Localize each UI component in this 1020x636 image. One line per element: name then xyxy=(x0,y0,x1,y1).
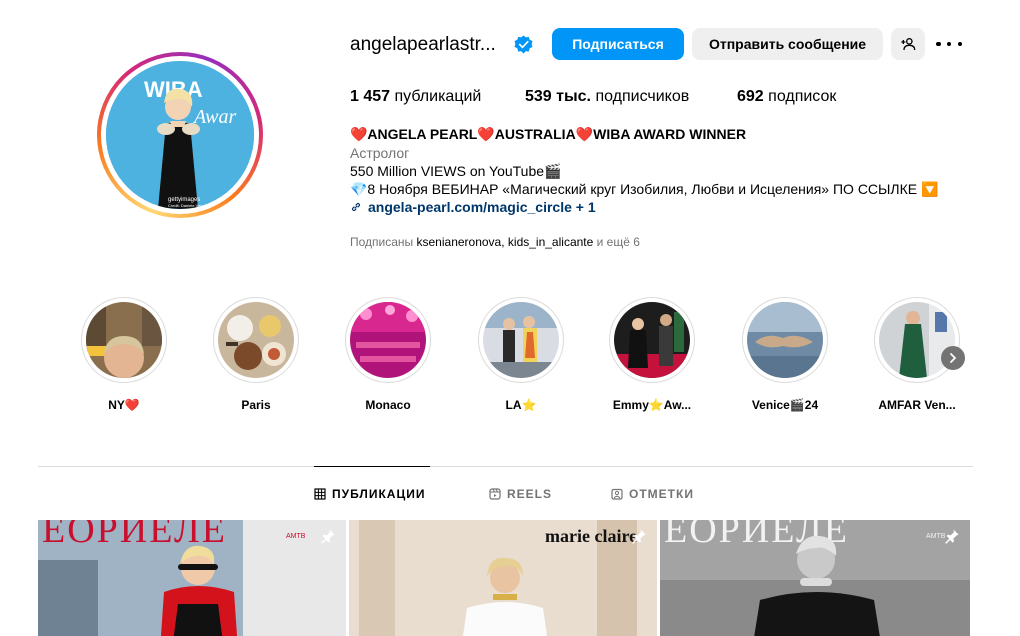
highlight-ring xyxy=(742,297,828,383)
followed-by-separator: , xyxy=(501,235,508,249)
add-user-icon xyxy=(901,38,916,51)
tabs-divider xyxy=(38,466,973,467)
highlight-cover xyxy=(747,302,823,378)
followed-by[interactable]: Подписаны ksenianeronova, kids_in_alican… xyxy=(350,235,640,249)
profile-username[interactable]: angelapearlastr... xyxy=(350,34,496,56)
highlight-ring xyxy=(345,297,431,383)
link-icon xyxy=(351,202,361,212)
highlight-item[interactable]: LA⭐️ xyxy=(476,297,566,412)
tab-reels-label: REELS xyxy=(507,487,553,501)
highlight-cover xyxy=(86,302,162,378)
bio-category: Астролог xyxy=(350,145,410,161)
more-dot-icon xyxy=(957,41,962,47)
avatar-awards-text: Awar xyxy=(192,106,236,128)
post-image: ЕОРИЕЛЕ АМТВ xyxy=(38,520,346,636)
followers-stat[interactable]: 539 тыс. подписчиков xyxy=(525,88,689,106)
post-tile[interactable]: ЕОРИЕЛЕ АМТВ xyxy=(660,520,970,636)
bio-link-text: angela-pearl.com/magic_circle + 1 xyxy=(368,199,596,215)
more-options-button[interactable] xyxy=(936,33,962,55)
active-tab-indicator xyxy=(314,466,430,467)
bio-full-name: ❤️ANGELA PEARL❤️AUSTRALIA❤️WIBA AWARD WI… xyxy=(350,126,747,142)
followed-by-account-1[interactable]: ksenianeronova xyxy=(417,235,502,249)
followers-label: подписчиков xyxy=(595,88,690,105)
post-image: marie claire xyxy=(349,520,657,636)
highlight-ring xyxy=(213,297,299,383)
bio-line-1: 550 Million VIEWS on YouTube🎬 xyxy=(350,163,562,179)
tab-posts-label: ПУБЛИКАЦИИ xyxy=(332,487,426,501)
highlight-item[interactable]: NY❤️ xyxy=(79,297,169,412)
tab-reels[interactable]: REELS xyxy=(489,487,552,501)
following-label: подписок xyxy=(768,88,837,105)
pinned-icon xyxy=(632,529,646,544)
tab-tagged[interactable]: ОТМЕТКИ xyxy=(611,487,694,501)
highlight-item[interactable]: Monaco xyxy=(343,297,433,412)
followed-by-suffix: и ещё 6 xyxy=(593,235,640,249)
bio-link[interactable]: angela-pearl.com/magic_circle + 1 xyxy=(350,199,596,215)
highlight-label: Emmy⭐️Aw... xyxy=(612,398,692,412)
post-badge: АМТВ xyxy=(926,533,946,540)
highlight-label: NY❤️ xyxy=(108,398,140,412)
more-dot-icon xyxy=(946,41,952,47)
posts-label: публикаций xyxy=(394,88,482,105)
post-image: ЕОРИЕЛЕ АМТВ xyxy=(660,520,970,636)
post-magazine-title: marie claire xyxy=(545,526,637,546)
highlight-label: Monaco xyxy=(365,398,411,412)
highlight-item[interactable]: Venice🎬24 xyxy=(740,297,830,412)
tagged-icon xyxy=(611,488,623,500)
highlight-ring xyxy=(609,297,695,383)
highlight-label: Venice🎬24 xyxy=(751,398,819,412)
followed-by-account-2[interactable]: kids_in_alicante xyxy=(508,235,593,249)
highlight-cover xyxy=(483,302,559,378)
highlight-cover xyxy=(218,302,294,378)
pinned-icon xyxy=(945,529,959,544)
post-tile[interactable]: marie claire xyxy=(349,520,657,636)
highlight-ring xyxy=(478,297,564,383)
highlight-cover xyxy=(350,302,426,378)
chevron-right-icon xyxy=(950,353,956,363)
highlight-item[interactable]: Emmy⭐️Aw... xyxy=(607,297,697,412)
send-message-button[interactable]: Отправить сообщение xyxy=(692,28,883,60)
highlight-cover xyxy=(879,302,955,378)
highlight-item[interactable]: Paris xyxy=(211,297,301,412)
pinned-icon xyxy=(321,529,335,544)
avatar-photo: WIBA Awar gettyimages Credit: Daniele Ve… xyxy=(106,61,254,209)
tab-posts[interactable]: ПУБЛИКАЦИИ xyxy=(314,487,425,501)
followers-count: 539 тыс. xyxy=(525,88,591,105)
followed-by-prefix: Подписаны xyxy=(350,235,417,249)
following-count: 692 xyxy=(737,88,764,105)
profile-avatar[interactable]: WIBA Awar gettyimages Credit: Daniele Ve… xyxy=(106,61,254,209)
profile-avatar-ring[interactable]: WIBA Awar gettyimages Credit: Daniele Ve… xyxy=(97,52,263,218)
post-badge: АМТВ xyxy=(286,533,306,540)
highlight-cover xyxy=(614,302,690,378)
follow-button[interactable]: Подписаться xyxy=(552,28,684,60)
grid-icon xyxy=(314,488,326,500)
tab-tagged-label: ОТМЕТКИ xyxy=(629,487,694,501)
reels-icon xyxy=(489,488,501,500)
posts-count-stat: 1 457 публикаций xyxy=(350,88,481,106)
post-tile[interactable]: ЕОРИЕЛЕ АМТВ xyxy=(38,520,346,636)
highlight-ring xyxy=(81,297,167,383)
highlight-label: AMFAR Ven... xyxy=(878,398,956,412)
highlight-label: Paris xyxy=(241,398,271,412)
suggest-accounts-button[interactable] xyxy=(891,28,925,60)
posts-count: 1 457 xyxy=(350,88,391,105)
following-stat[interactable]: 692 подписок xyxy=(737,88,836,106)
highlight-label: LA⭐️ xyxy=(505,398,537,412)
verified-badge-icon xyxy=(514,35,533,54)
bio-line-2: 💎8 Ноября ВЕБИНАР «Магический круг Изоби… xyxy=(350,181,939,197)
highlights-next-button[interactable] xyxy=(941,346,965,370)
highlight-ring xyxy=(874,297,960,383)
more-dot-icon xyxy=(936,41,941,47)
